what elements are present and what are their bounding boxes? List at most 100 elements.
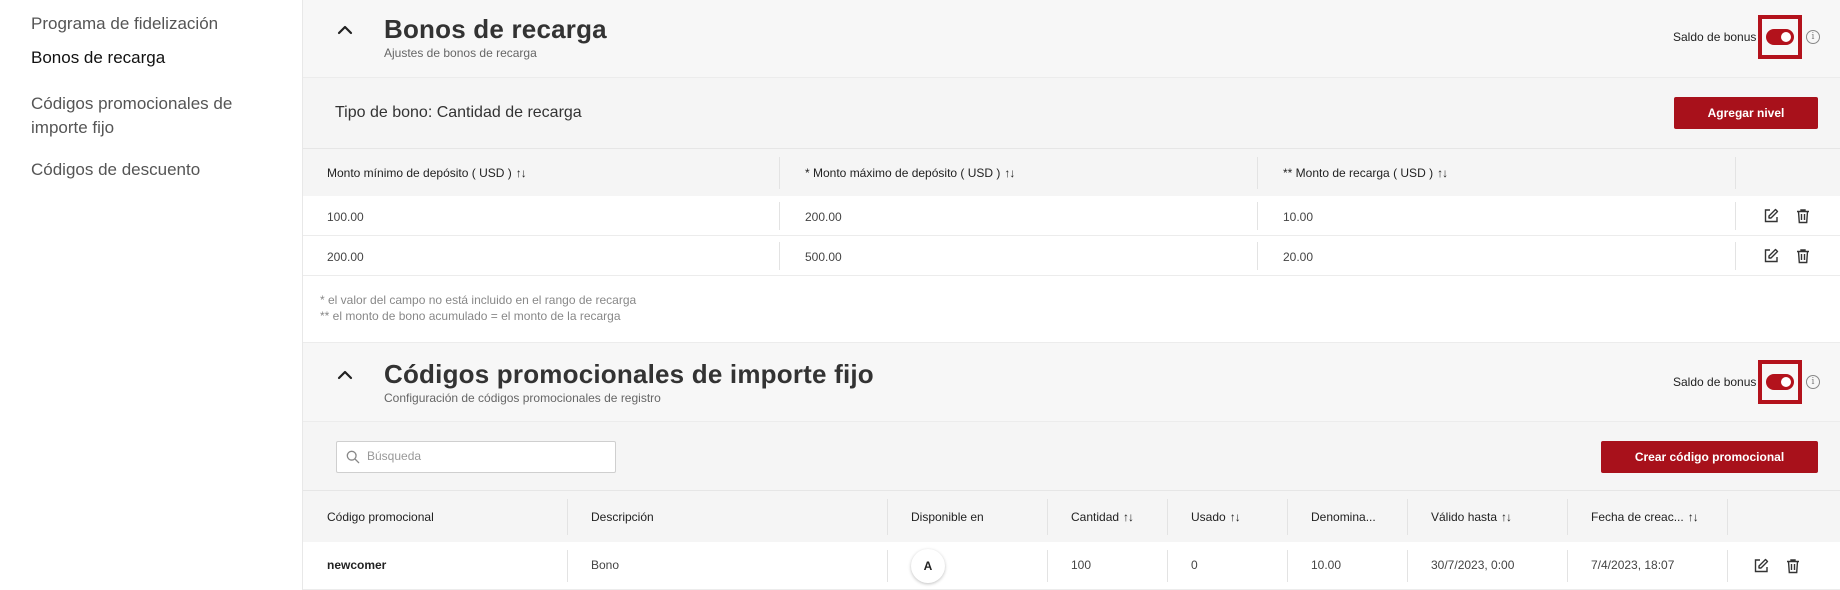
edit-icon[interactable] [1763,208,1779,224]
bonus-type-bar: Tipo de bono: Cantidad de recarga Agrega… [303,78,1840,148]
column-divider [1287,550,1288,582]
cell-max-deposit: 200.00 [805,210,842,224]
column-divider [779,242,780,270]
sort-icon[interactable]: ↑↓ [1501,510,1512,524]
cell-description: Bono [591,558,620,572]
recharge-section-subtitle: Ajustes de bonos de recarga [384,46,537,60]
column-divider [1407,499,1408,535]
table-row: 100.00 200.00 10.00 [303,196,1840,236]
column-divider [887,499,888,535]
bonus-balance-toggle[interactable] [1766,374,1794,390]
column-divider [1257,242,1258,270]
column-divider [779,157,780,189]
column-header-created[interactable]: Fecha de creac... ↑↓ [1591,510,1699,524]
column-divider [1567,499,1568,535]
bonus-balance-toggle[interactable] [1766,29,1794,45]
info-icon[interactable]: i [1806,30,1820,44]
column-divider [1735,242,1736,270]
recharge-notes: * el valor del campo no está incluido en… [303,276,1840,342]
column-header-quantity[interactable]: Cantidad ↑↓ [1071,510,1134,524]
sidebar-item-loyalty-program[interactable]: Programa de fidelización [31,12,271,36]
promo-section-subtitle: Configuración de códigos promocionales d… [384,391,661,405]
column-divider [1735,202,1736,230]
column-divider [1047,499,1048,535]
cell-created: 7/4/2023, 18:07 [1591,558,1675,572]
trash-icon[interactable] [1795,248,1811,264]
promo-section-header: Códigos promocionales de importe fijo Co… [303,342,1840,422]
promo-toolbar: Crear código promocional [303,422,1840,490]
sort-icon[interactable]: ↑↓ [1230,510,1241,524]
info-icon[interactable]: i [1806,375,1820,389]
table-row: newcomer Bono A 100 0 10.00 30/7/2023, 0… [303,542,1840,590]
add-level-button[interactable]: Agregar nivel [1674,97,1818,129]
column-divider [1727,550,1728,582]
cell-promo-code: newcomer [327,558,387,572]
promo-table-header: Código promocional Descripción Disponibl… [303,490,1840,542]
column-divider [1727,499,1728,535]
sort-icon[interactable]: ↑↓ [1123,510,1134,524]
column-header-denomination[interactable]: Denomina... [1311,510,1376,524]
bonus-type-label: Tipo de bono: Cantidad de recarga [335,104,582,121]
promo-section-title: Códigos promocionales de importe fijo [384,359,874,389]
bonus-balance-toggle-highlight [1758,15,1802,59]
column-header-description[interactable]: Descripción [591,510,654,524]
app-window: Programa de fidelización Bonos de recarg… [0,0,1840,590]
cell-min-deposit: 200.00 [327,250,364,264]
cell-recharge-amount: 10.00 [1283,210,1314,224]
column-divider [1257,157,1258,189]
column-divider [1167,550,1168,582]
column-divider [567,499,568,535]
cell-recharge-amount: 20.00 [1283,250,1314,264]
column-divider [1167,499,1168,535]
column-divider [1407,550,1408,582]
trash-icon[interactable] [1785,558,1801,574]
sidebar: Programa de fidelización Bonos de recarg… [0,0,302,590]
column-header-promo-code[interactable]: Código promocional [327,510,434,524]
column-divider [779,202,780,230]
main-content: Bonos de recarga Ajustes de bonos de rec… [302,0,1840,590]
cell-used: 0 [1191,558,1198,572]
column-header-min-deposit[interactable]: Monto mínimo de depósito ( USD ) ↑↓ [327,166,527,180]
chevron-up-icon[interactable] [333,363,357,387]
sidebar-item-fixed-promo-codes[interactable]: Códigos promocionales de importe fijo [31,92,251,140]
create-promo-code-button[interactable]: Crear código promocional [1601,441,1818,473]
column-header-valid-until[interactable]: Válido hasta ↑↓ [1431,510,1512,524]
column-divider [1287,499,1288,535]
sort-icon[interactable]: ↑↓ [1004,166,1015,180]
chevron-up-icon[interactable] [333,18,357,42]
column-header-max-deposit[interactable]: * Monto máximo de depósito ( USD ) ↑↓ [805,166,1015,180]
sort-icon[interactable]: ↑↓ [1437,166,1448,180]
recharge-section-header: Bonos de recarga Ajustes de bonos de rec… [303,0,1840,78]
bonus-balance-label: Saldo de bonus [1673,375,1757,389]
sort-icon[interactable]: ↑↓ [1688,510,1699,524]
available-in-chip[interactable]: A [911,549,945,583]
search-input[interactable] [367,449,607,463]
column-divider [1047,550,1048,582]
cell-max-deposit: 500.00 [805,250,842,264]
bonus-balance-label: Saldo de bonus [1673,30,1757,44]
note-range: * el valor del campo no está incluido en… [320,293,637,307]
search-box [336,441,616,473]
recharge-table-header: Monto mínimo de depósito ( USD ) ↑↓ * Mon… [303,148,1840,196]
sort-icon[interactable]: ↑↓ [516,166,527,180]
edit-icon[interactable] [1763,248,1779,264]
cell-min-deposit: 100.00 [327,210,364,224]
column-header-recharge-amount[interactable]: ** Monto de recarga ( USD ) ↑↓ [1283,166,1448,180]
cell-denomination: 10.00 [1311,558,1342,572]
table-row: 200.00 500.00 20.00 [303,236,1840,276]
column-divider [567,550,568,582]
search-icon [346,450,360,464]
column-divider [1257,202,1258,230]
column-header-available-in[interactable]: Disponible en [911,510,984,524]
column-divider [887,550,888,582]
bonus-balance-toggle-highlight [1758,360,1802,404]
cell-quantity: 100 [1071,558,1092,572]
column-divider [1567,550,1568,582]
sidebar-item-discount-codes[interactable]: Códigos de descuento [31,158,271,182]
trash-icon[interactable] [1795,208,1811,224]
column-header-used[interactable]: Usado ↑↓ [1191,510,1241,524]
cell-valid-until: 30/7/2023, 0:00 [1431,558,1515,572]
edit-icon[interactable] [1753,558,1769,574]
sidebar-item-recharge-bonuses[interactable]: Bonos de recarga [31,46,271,70]
note-accumulated: ** el monto de bono acumulado = el monto… [320,309,621,323]
